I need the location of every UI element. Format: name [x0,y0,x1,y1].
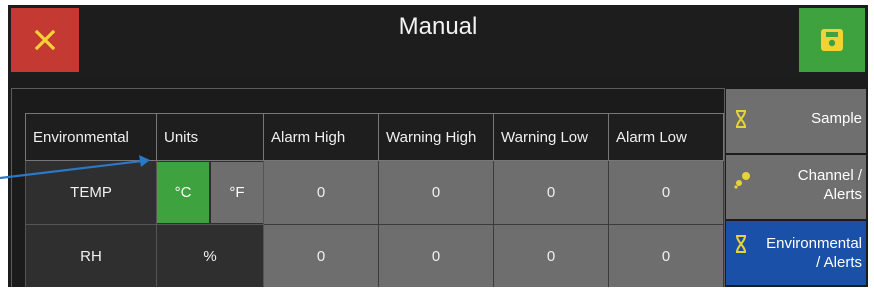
header-bar: Manual [8,5,868,77]
row-label-rh: RH [25,224,157,287]
nav-environmental-alerts-label: Environmental / Alerts [766,235,862,271]
hourglass-icon [736,110,746,128]
hourglass-icon [736,235,746,253]
column-header-warning-high: Warning High [378,113,494,161]
save-icon [821,29,843,51]
nav-sample-label: Sample [811,110,862,127]
table-row-rh: RH % 0 0 0 0 [25,224,724,287]
save-button[interactable] [799,8,865,72]
rh-alarm-low-field[interactable]: 0 [608,224,724,287]
rh-alarm-high-field[interactable]: 0 [263,224,379,287]
temp-warning-low-field[interactable]: 0 [493,160,609,225]
page-title: Manual [398,13,478,40]
temp-alarm-low-field[interactable]: 0 [608,160,724,225]
callout-arrow [0,155,150,180]
temp-alarm-high-field[interactable]: 0 [263,160,379,225]
rh-units-label: % [156,224,264,287]
temp-warning-high-field[interactable]: 0 [378,160,494,225]
nav-environmental-alerts-button[interactable]: Environmental / Alerts [726,221,866,285]
nav-channel-alerts-label: Channel / Alerts [797,167,862,203]
column-header-warning-low: Warning Low [493,113,609,161]
rh-warning-low-field[interactable]: 0 [493,224,609,287]
column-header-alarm-low: Alarm Low [608,113,724,161]
scatter-dots-icon [734,172,750,189]
column-header-alarm-high: Alarm High [263,113,379,161]
unit-fahrenheit-button[interactable]: °F [211,162,263,223]
nav-channel-alerts-button[interactable]: Channel / Alerts [726,155,866,219]
nav-sample-button[interactable]: Sample [726,89,866,153]
rh-warning-high-field[interactable]: 0 [378,224,494,287]
